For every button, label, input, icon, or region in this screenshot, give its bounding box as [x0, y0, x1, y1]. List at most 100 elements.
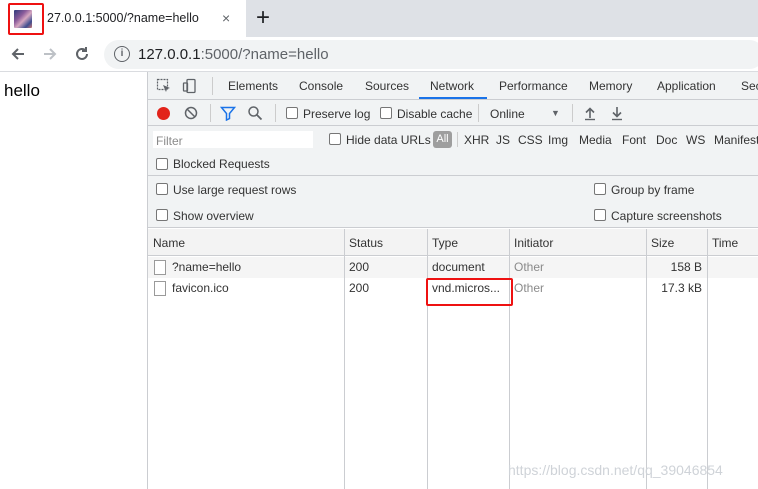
preserve-log-checkbox[interactable] [286, 107, 298, 119]
tab-elements[interactable]: Elements [228, 79, 278, 93]
capture-screenshots-checkbox[interactable] [594, 209, 606, 221]
record-icon[interactable] [157, 107, 170, 120]
filter-type-media[interactable]: Media [579, 133, 612, 147]
request-size: 158 B [670, 260, 702, 274]
filter-input[interactable]: Filter [152, 130, 314, 149]
search-icon[interactable] [247, 105, 263, 121]
large-rows-checkbox[interactable] [156, 183, 168, 195]
column-header-type[interactable]: Type [432, 236, 458, 250]
url-host: 127.0.0.1 [138, 46, 201, 63]
tab-sources[interactable]: Sources [365, 79, 409, 93]
column-header-time[interactable]: Time [712, 236, 738, 250]
devtools-tab-bar: Elements Console Sources Network Perform… [148, 72, 758, 100]
requests-table: Name Status Type Initiator Size Time ?na… [148, 229, 758, 489]
request-type: document [432, 260, 485, 274]
import-har-icon[interactable] [582, 105, 598, 121]
disable-cache-checkbox[interactable] [380, 107, 392, 119]
tab-memory[interactable]: Memory [589, 79, 632, 93]
chevron-down-icon[interactable]: ▼ [551, 108, 560, 118]
show-overview-label: Show overview [173, 209, 254, 223]
column-divider[interactable] [707, 229, 708, 489]
request-status: 200 [349, 260, 370, 274]
filter-type-doc[interactable]: Doc [656, 133, 677, 147]
inspect-element-icon[interactable] [156, 78, 172, 94]
request-name: ?name=hello [172, 260, 242, 274]
export-har-icon[interactable] [609, 105, 625, 121]
group-by-frame-checkbox[interactable] [594, 183, 606, 195]
column-header-size[interactable]: Size [651, 236, 674, 250]
request-name: favicon.ico [172, 281, 229, 295]
clear-icon[interactable] [183, 105, 199, 121]
filter-type-js[interactable]: JS [496, 133, 510, 147]
request-initiator: Other [514, 260, 545, 274]
filter-placeholder: Filter [156, 134, 183, 148]
network-toolbar: Preserve log Disable cache Online ▼ [148, 100, 758, 126]
throttling-select[interactable]: Online [490, 107, 525, 121]
blocked-requests-checkbox[interactable] [156, 158, 168, 170]
toolbar-separator [275, 104, 276, 122]
filter-type-xhr[interactable]: XHR [464, 133, 489, 147]
filter-separator [457, 132, 458, 147]
tab-separator [212, 77, 213, 95]
capture-screenshots-label: Capture screenshots [611, 209, 722, 223]
back-button[interactable] [6, 43, 30, 65]
favicon-highlight-box [8, 3, 44, 35]
tab-performance[interactable]: Performance [499, 79, 568, 93]
filter-type-css[interactable]: CSS [518, 133, 543, 147]
type-highlight-box [426, 278, 513, 306]
filter-type-img[interactable]: Img [548, 133, 568, 147]
info-icon[interactable]: i [114, 46, 130, 62]
group-by-frame-label: Group by frame [611, 183, 695, 197]
tab-security[interactable]: Sec [741, 79, 758, 93]
column-header-name[interactable]: Name [153, 236, 185, 250]
device-toolbar-icon[interactable] [182, 78, 198, 94]
tab-title: 27.0.0.1:5000/?name=hello [47, 11, 199, 25]
large-rows-label: Use large request rows [173, 183, 297, 197]
document-icon [154, 260, 166, 275]
filter-icon[interactable] [220, 105, 236, 121]
devtools-panel: Elements Console Sources Network Perform… [147, 72, 758, 489]
toolbar-separator [572, 104, 573, 122]
tab-application[interactable]: Application [657, 79, 716, 93]
column-divider[interactable] [344, 229, 345, 489]
url-text: 127.0.0.1:5000/?name=hello [138, 46, 329, 63]
hide-data-urls-checkbox[interactable] [329, 133, 341, 145]
network-settings: Use large request rows Group by frame Sh… [148, 176, 758, 228]
blocked-requests-label: Blocked Requests [173, 157, 270, 171]
toolbar-separator [210, 104, 211, 122]
filter-all-button[interactable]: All [433, 131, 452, 148]
tab-strip: 27.0.0.1:5000/?name=hello × + [0, 0, 758, 37]
page-content: hello [0, 72, 147, 489]
filter-type-ws[interactable]: WS [686, 133, 705, 147]
column-header-status[interactable]: Status [349, 236, 383, 250]
new-tab-button[interactable]: + [256, 4, 270, 32]
watermark: https://blog.csdn.net/qq_39046854 [508, 462, 723, 478]
tab-console[interactable]: Console [299, 79, 343, 93]
filter-bar: Filter Hide data URLs All XHR JS CSS Img… [148, 126, 758, 152]
forward-arrow-icon [44, 48, 57, 60]
column-divider[interactable] [427, 229, 428, 489]
request-status: 200 [349, 281, 370, 295]
reload-icon [76, 47, 88, 60]
document-icon [154, 281, 166, 296]
table-row[interactable]: ?name=hello 200 document Other 158 B [148, 257, 758, 278]
forward-button[interactable] [38, 43, 62, 65]
blocked-requests-bar: Blocked Requests [148, 152, 758, 176]
filter-type-manifest[interactable]: Manifest [714, 133, 758, 147]
active-tab-indicator [419, 97, 487, 99]
address-bar[interactable]: i 127.0.0.1:5000/?name=hello [104, 40, 758, 69]
request-initiator: Other [514, 281, 545, 295]
preserve-log-label: Preserve log [303, 107, 371, 121]
tab-network[interactable]: Network [430, 79, 474, 93]
column-header-initiator[interactable]: Initiator [514, 236, 553, 250]
show-overview-checkbox[interactable] [156, 209, 168, 221]
column-divider[interactable] [509, 229, 510, 489]
column-divider[interactable] [646, 229, 647, 489]
filter-type-font[interactable]: Font [622, 133, 646, 147]
back-arrow-icon [11, 48, 24, 60]
disable-cache-label: Disable cache [397, 107, 473, 121]
tab-close-icon[interactable]: × [222, 9, 230, 27]
toolbar-separator [478, 104, 479, 122]
reload-button[interactable] [70, 43, 94, 65]
url-path: :5000/?name=hello [200, 46, 329, 63]
